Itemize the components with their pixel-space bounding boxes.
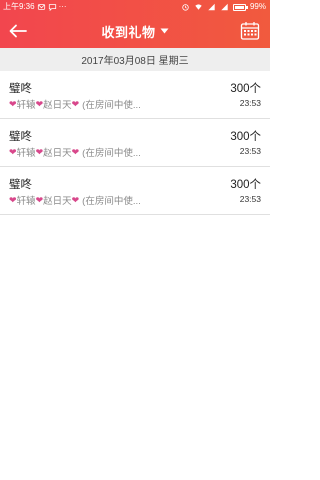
gift-amount: 300个 xyxy=(230,179,261,191)
status-left: 上午9:36 ··· xyxy=(3,0,67,14)
app-header: 收到礼物 xyxy=(0,14,270,48)
status-bar: 上午9:36 ··· 99% xyxy=(0,0,270,14)
gift-note: (在房间中使... xyxy=(82,100,141,111)
gift-name: 璧咚 xyxy=(9,179,32,191)
signal-icon-2 xyxy=(221,3,228,11)
sender-b: 赵日天 xyxy=(43,196,72,207)
signal-icon xyxy=(208,3,215,11)
gift-sender-line: ❤ 轩辕 ❤ 赵日天 ❤ (在房间中使... xyxy=(9,97,141,112)
calendar-icon[interactable] xyxy=(240,21,260,41)
gift-time: 23:53 xyxy=(239,98,261,108)
alarm-icon xyxy=(182,4,189,11)
gift-sender-line: ❤ 轩辕 ❤ 赵日天 ❤ (在房间中使... xyxy=(9,145,141,160)
gift-time: 23:53 xyxy=(239,194,261,204)
heart-icon: ❤ xyxy=(71,146,80,157)
list-item[interactable]: 璧咚 ❤ 轩辕 ❤ 赵日天 ❤ (在房间中使... 300个 23:53 xyxy=(0,71,270,119)
heart-icon: ❤ xyxy=(35,98,44,109)
gift-name: 璧咚 xyxy=(9,131,32,143)
gift-note: (在房间中使... xyxy=(82,148,141,159)
wifi-icon xyxy=(195,4,202,10)
gift-time: 23:53 xyxy=(239,146,261,156)
date-bar: 2017年03月08日 星期三 xyxy=(0,48,270,71)
sender-a: 轩辕 xyxy=(16,100,36,111)
sender-b: 赵日天 xyxy=(43,148,72,159)
gift-sender-line: ❤ 轩辕 ❤ 赵日天 ❤ (在房间中使... xyxy=(9,193,141,208)
heart-icon: ❤ xyxy=(71,194,80,205)
date-text: 2017年03月08日 星期三 xyxy=(81,56,189,67)
message-icon xyxy=(48,4,56,11)
list-item[interactable]: 璧咚 ❤ 轩辕 ❤ 赵日天 ❤ (在房间中使... 300个 23:53 xyxy=(0,167,270,215)
sender-a: 轩辕 xyxy=(16,148,36,159)
caret-down-icon xyxy=(160,28,168,34)
gift-name: 璧咚 xyxy=(9,83,32,95)
heart-icon: ❤ xyxy=(9,98,17,109)
heart-icon: ❤ xyxy=(71,98,80,109)
status-right: 99% xyxy=(181,0,266,14)
gift-amount: 300个 xyxy=(230,83,261,95)
list-item[interactable]: 璧咚 ❤ 轩辕 ❤ 赵日天 ❤ (在房间中使... 300个 23:53 xyxy=(0,119,270,167)
heart-icon: ❤ xyxy=(9,146,17,157)
battery-percent: 99% xyxy=(249,2,266,11)
sender-b: 赵日天 xyxy=(43,100,72,111)
battery-fill xyxy=(234,5,244,9)
battery-icon xyxy=(232,3,248,11)
heart-icon: ❤ xyxy=(35,194,44,205)
gift-list: 璧咚 ❤ 轩辕 ❤ 赵日天 ❤ (在房间中使... 300个 23:53 璧咚 … xyxy=(0,71,270,215)
heart-icon: ❤ xyxy=(9,194,17,205)
heart-icon: ❤ xyxy=(35,146,44,157)
gift-note: (在房间中使... xyxy=(82,196,141,207)
title-dropdown[interactable]: 收到礼物 xyxy=(0,14,270,48)
status-time: 上午9:36 xyxy=(3,2,35,11)
gift-amount: 300个 xyxy=(230,131,261,143)
notification-icon xyxy=(37,4,45,10)
sender-a: 轩辕 xyxy=(16,196,36,207)
status-dots: ··· xyxy=(58,2,67,11)
page-title: 收到礼物 xyxy=(101,24,156,40)
